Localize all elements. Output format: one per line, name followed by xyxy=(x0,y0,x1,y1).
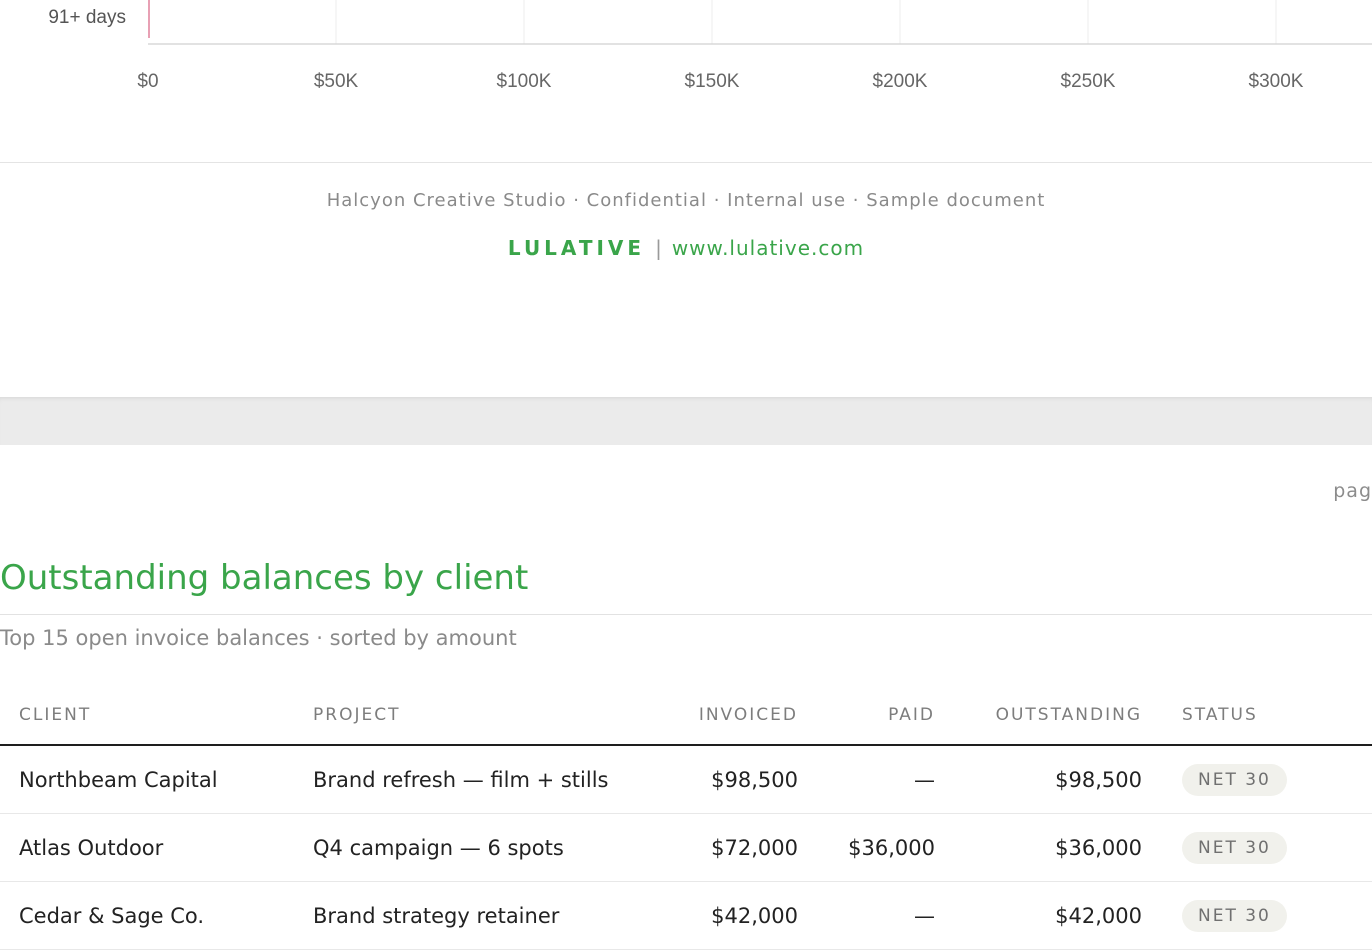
status-badge: NET 30 xyxy=(1182,831,1287,864)
header-project: PROJECT xyxy=(313,686,653,746)
x-tick-label: $250K xyxy=(1061,71,1116,92)
section-title: Outstanding balances by client xyxy=(0,558,529,598)
table-row: Atlas Outdoor Q4 campaign — 6 spots $72,… xyxy=(0,813,1372,882)
brand-separator: | xyxy=(655,236,662,260)
cell-paid: — xyxy=(798,745,935,814)
table-header-row: CLIENT PROJECT INVOICED PAID OUTSTANDING… xyxy=(0,686,1372,746)
cell-paid: — xyxy=(798,881,935,950)
section-subtitle: Top 15 open invoice balances · sorted by… xyxy=(0,626,517,650)
cell-paid: $36,000 xyxy=(798,813,935,882)
chart-divider xyxy=(0,162,1372,163)
footer-note: Halcyon Creative Studio · Confidential ·… xyxy=(326,190,1046,211)
cell-client: Atlas Outdoor xyxy=(0,813,313,882)
cell-status: NET 30 xyxy=(1142,813,1372,882)
status-badge: NET 30 xyxy=(1182,763,1287,796)
title-divider xyxy=(0,614,1372,615)
header-invoiced: INVOICED xyxy=(653,686,798,746)
x-tick-label: $0 xyxy=(137,71,158,92)
table-row: Cedar & Sage Co. Brand strategy retainer… xyxy=(0,881,1372,950)
cell-client: Cedar & Sage Co. xyxy=(0,881,313,950)
x-tick-label: $200K xyxy=(873,71,928,92)
cell-status: NET 30 xyxy=(1142,745,1372,814)
footer-brand: LULATIVE | www.lulative.com xyxy=(0,236,1372,260)
cell-status: NET 30 xyxy=(1142,881,1372,950)
cell-project: Q4 campaign — 6 spots xyxy=(313,813,653,882)
cell-invoiced: $98,500 xyxy=(653,745,798,814)
page-gap xyxy=(0,397,1372,445)
cell-invoiced: $72,000 xyxy=(653,813,798,882)
cell-outstanding: $42,000 xyxy=(935,881,1142,950)
x-tick-label: $150K xyxy=(685,71,740,92)
x-tick-label: $100K xyxy=(497,71,552,92)
page-indicator: pag xyxy=(1333,480,1372,502)
balances-table: CLIENT PROJECT INVOICED PAID OUTSTANDING… xyxy=(0,686,1372,950)
brand-name: LULATIVE xyxy=(507,236,646,260)
cell-outstanding: $98,500 xyxy=(935,745,1142,814)
x-tick-label: $50K xyxy=(314,71,359,92)
cell-outstanding: $36,000 xyxy=(935,813,1142,882)
status-badge: NET 30 xyxy=(1182,899,1287,932)
cell-invoiced: $42,000 xyxy=(653,881,798,950)
category-label: 91+ days xyxy=(48,7,126,28)
aging-chart-svg: 91+ days $0 $50K $100K $150K $200K $250K $300K xyxy=(48,0,1372,92)
brand-url[interactable]: www.lulative.com xyxy=(672,236,864,260)
cell-project: Brand strategy retainer xyxy=(313,881,653,950)
cell-client: Northbeam Capital xyxy=(0,745,313,814)
header-status: STATUS xyxy=(1142,686,1372,746)
table-row: Northbeam Capital Brand refresh — film +… xyxy=(0,745,1372,814)
bar xyxy=(148,0,150,38)
aging-chart: 91+ days $0 $50K $100K $150K $200K $250K $300K xyxy=(0,0,1372,110)
x-tick-label: $300K xyxy=(1249,71,1304,92)
header-outstanding: OUTSTANDING xyxy=(935,686,1142,746)
header-client: CLIENT xyxy=(0,686,313,746)
header-paid: PAID xyxy=(798,686,935,746)
cell-project: Brand refresh — film + stills xyxy=(313,745,653,814)
